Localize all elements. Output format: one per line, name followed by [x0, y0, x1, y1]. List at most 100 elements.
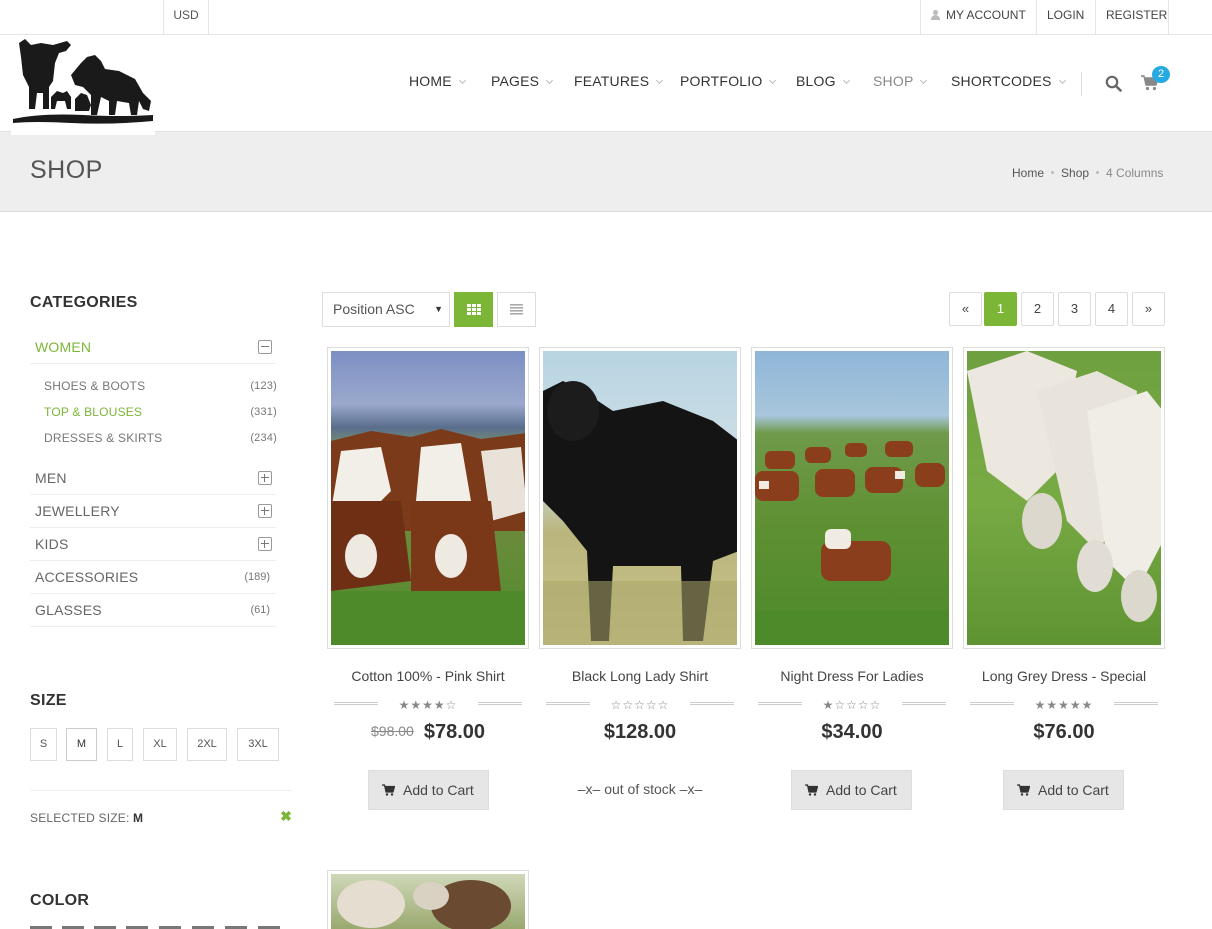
nav-shop-label: SHOP — [873, 73, 914, 89]
product-name[interactable]: Black Long Lady Shirt — [534, 668, 746, 684]
product-name[interactable]: Cotton 100% - Pink Shirt — [322, 668, 534, 684]
nav-item-pages[interactable]: PAGES — [491, 73, 554, 89]
plus-toggle-icon[interactable] — [258, 471, 272, 485]
breadcrumb-home[interactable]: Home — [1012, 166, 1044, 180]
subcategory-count: (123) — [250, 380, 277, 392]
nav-shortcodes-label: SHORTCODES — [951, 73, 1052, 89]
search-icon[interactable] — [1105, 75, 1122, 92]
breadcrumb-shop[interactable]: Shop — [1061, 166, 1089, 180]
site-logo[interactable] — [11, 35, 155, 135]
star-icon: ★★★★★ — [1034, 698, 1094, 712]
selected-size: SELECTED SIZE: M — [30, 811, 143, 825]
size-option-l[interactable]: L — [107, 728, 133, 761]
chevron-down-icon — [458, 76, 466, 85]
add-to-cart-label: Add to Cart — [1038, 782, 1109, 798]
subcategory-dresses-skirts[interactable]: DRESSES & SKIRTS (234) — [44, 431, 277, 445]
add-to-cart-button[interactable]: Add to Cart — [791, 770, 912, 810]
my-account-link[interactable]: MY ACCOUNT — [920, 0, 1036, 34]
pagination-prev[interactable]: « — [949, 292, 982, 326]
nav-item-blog[interactable]: BLOG — [796, 73, 850, 89]
subcategory-label: SHOES & BOOTS — [44, 379, 146, 393]
product-image[interactable] — [963, 347, 1165, 649]
cart-count-badge: 2 — [1152, 66, 1170, 83]
product-image[interactable] — [539, 347, 741, 649]
size-option-2xl[interactable]: 2XL — [187, 728, 227, 761]
site-header: HOME PAGES FEATURES PORTFOLIO BLOG SHOP … — [0, 35, 1212, 135]
cart-icon — [805, 784, 818, 796]
size-option-3xl[interactable]: 3XL — [237, 728, 279, 761]
product-image[interactable] — [327, 870, 529, 929]
old-price: $98.00 — [371, 723, 414, 739]
clear-icon[interactable]: ✖ — [279, 809, 293, 823]
color-heading: COLOR — [30, 892, 90, 909]
add-to-cart-button[interactable]: Add to Cart — [1003, 770, 1124, 810]
nav-features-label: FEATURES — [574, 73, 650, 89]
list-view-icon — [510, 304, 523, 315]
out-of-stock-label: –x– out of stock –x– — [577, 781, 703, 797]
product-name[interactable]: Night Dress For Ladies — [746, 668, 958, 684]
my-account-label: MY ACCOUNT — [946, 8, 1026, 22]
chevron-down-icon — [656, 76, 664, 85]
top-bar: USD MY ACCOUNT LOGIN REGISTER — [0, 0, 1212, 35]
nav-home-label: HOME — [409, 73, 452, 89]
user-icon — [931, 10, 940, 20]
list-view-button[interactable] — [497, 292, 536, 327]
breadcrumb-separator — [1096, 171, 1100, 174]
product-rating: ★★★★☆ — [322, 696, 534, 712]
minus-toggle-icon[interactable] — [258, 340, 272, 354]
subcategory-label: TOP & BLOUSES — [44, 405, 143, 419]
product-rating: ★★★★★ — [958, 696, 1170, 712]
category-jewellery[interactable]: JEWELLERY — [30, 495, 276, 528]
breadcrumb: Home Shop 4 Columns — [1012, 166, 1163, 180]
cattle-photo — [543, 381, 737, 645]
plus-toggle-icon[interactable] — [258, 504, 272, 518]
category-glasses[interactable]: GLASSES (61) — [30, 594, 276, 627]
category-label: JEWELLERY — [35, 503, 120, 519]
category-label: KIDS — [35, 536, 69, 552]
grid-view-button[interactable] — [454, 292, 493, 327]
sort-value: Position ASC — [333, 301, 415, 317]
category-count: (61) — [250, 604, 270, 616]
product-name[interactable]: Long Grey Dress - Special — [958, 668, 1170, 684]
size-option-s[interactable]: S — [30, 728, 57, 761]
rating-divider — [758, 702, 802, 705]
page-title-bar: SHOP Home Shop 4 Columns — [0, 132, 1212, 212]
add-to-cart-button[interactable]: Add to Cart — [368, 770, 489, 810]
cart-icon — [1017, 784, 1030, 796]
pagination-page-2[interactable]: 2 — [1021, 292, 1054, 326]
category-women[interactable]: WOMEN — [30, 331, 276, 364]
currency-selector[interactable]: USD — [163, 0, 209, 34]
nav-item-features[interactable]: FEATURES — [574, 73, 664, 89]
product-image[interactable] — [327, 347, 529, 649]
register-link[interactable]: REGISTER — [1095, 0, 1169, 34]
category-kids[interactable]: KIDS — [30, 528, 276, 561]
size-option-xl[interactable]: XL — [143, 728, 177, 761]
category-accessories[interactable]: ACCESSORIES (189) — [30, 561, 276, 594]
grid-view-icon — [467, 304, 481, 315]
category-men[interactable]: MEN — [30, 462, 276, 495]
login-link[interactable]: LOGIN — [1036, 0, 1095, 34]
subcategory-count: (331) — [250, 406, 277, 418]
chevron-down-icon — [842, 76, 850, 85]
plus-toggle-icon[interactable] — [258, 537, 272, 551]
caret-down-icon: ▼ — [434, 304, 443, 314]
rating-divider — [690, 702, 734, 705]
pagination-next[interactable]: » — [1132, 292, 1165, 326]
sort-select[interactable]: Position ASC ▼ — [322, 292, 450, 327]
nav-item-home[interactable]: HOME — [409, 73, 466, 89]
nav-item-portfolio[interactable]: PORTFOLIO — [680, 73, 777, 89]
category-label: ACCESSORIES — [35, 569, 139, 585]
pagination-page-1[interactable]: 1 — [984, 292, 1017, 326]
subcategory-top-blouses[interactable]: TOP & BLOUSES (331) — [44, 405, 277, 419]
current-price: $128.00 — [603, 721, 677, 743]
subcategory-shoes-boots[interactable]: SHOES & BOOTS (123) — [44, 379, 277, 393]
nav-item-shop[interactable]: SHOP — [873, 73, 928, 89]
star-icon: ★★★★☆ — [398, 698, 458, 712]
selected-size-value: M — [133, 811, 144, 825]
size-option-m[interactable]: M — [66, 728, 97, 761]
product-image[interactable] — [751, 347, 953, 649]
pagination-page-3[interactable]: 3 — [1058, 292, 1091, 326]
nav-item-shortcodes[interactable]: SHORTCODES — [951, 73, 1066, 89]
subcategory-count: (234) — [250, 432, 277, 444]
pagination-page-4[interactable]: 4 — [1095, 292, 1128, 326]
